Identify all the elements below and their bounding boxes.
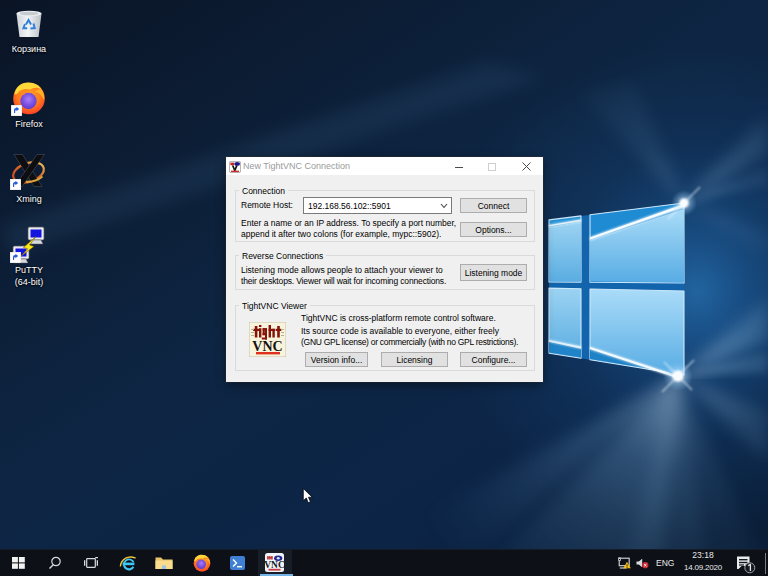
svg-text:VNC: VNC — [252, 339, 282, 354]
